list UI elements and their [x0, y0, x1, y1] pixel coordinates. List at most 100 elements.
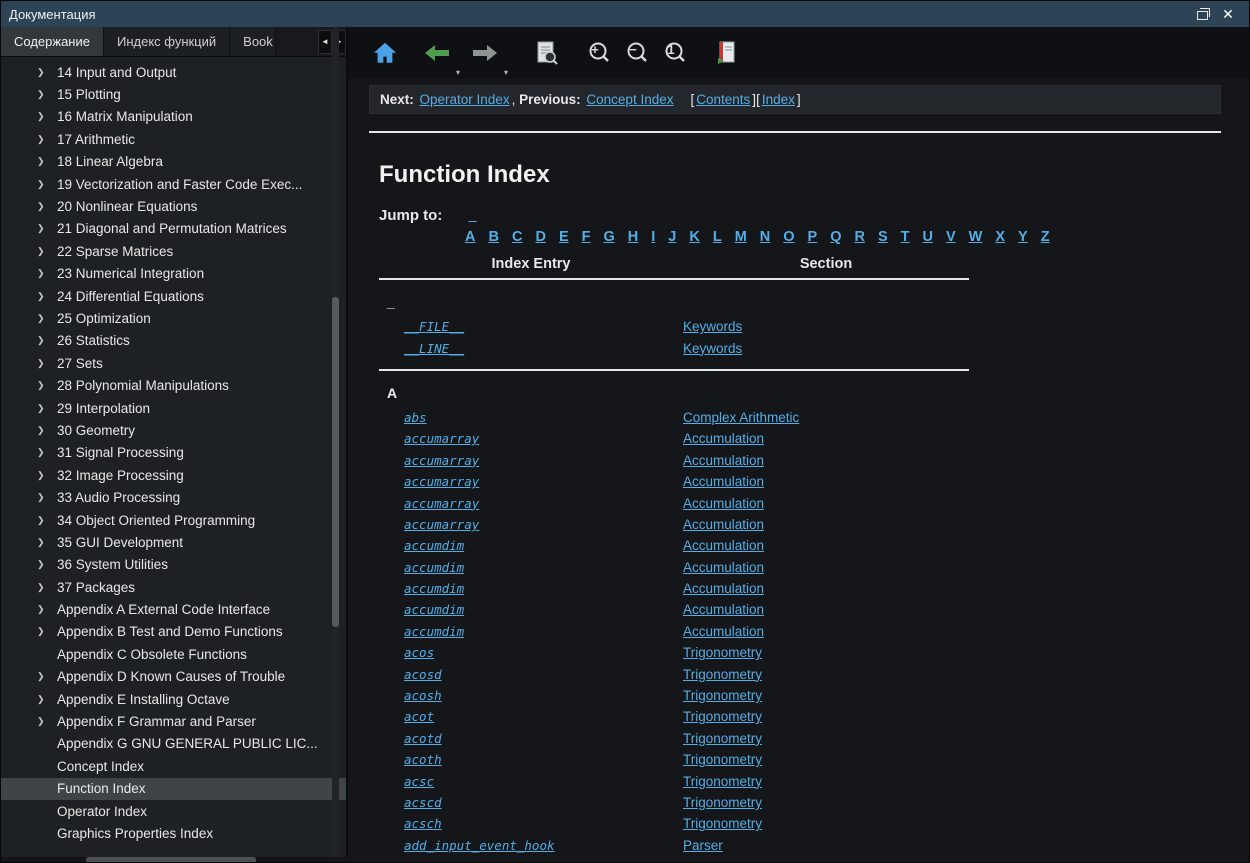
- section-link[interactable]: Trigonometry: [683, 709, 969, 724]
- sidebar-item[interactable]: ❯24 Differential Equations: [1, 285, 346, 307]
- function-entry-link[interactable]: accumarray: [404, 517, 683, 532]
- tab-индекс-функций[interactable]: Индекс функций: [104, 27, 230, 56]
- tab-scroll-left-button[interactable]: ◄: [318, 30, 332, 54]
- sidebar-hscrollbar-thumb[interactable]: [86, 857, 256, 863]
- jump-letter-link[interactable]: S: [878, 229, 888, 245]
- sidebar-item[interactable]: ❯28 Polynomial Manipulations: [1, 374, 346, 396]
- section-link[interactable]: Trigonometry: [683, 688, 969, 703]
- jump-letter-link[interactable]: Y: [1018, 229, 1028, 245]
- expand-chevron-icon[interactable]: ❯: [37, 89, 57, 100]
- section-link[interactable]: Trigonometry: [683, 752, 969, 767]
- restore-button[interactable]: [1189, 4, 1215, 24]
- expand-chevron-icon[interactable]: ❯: [37, 313, 57, 324]
- jump-letter-link[interactable]: W: [969, 229, 983, 245]
- section-link[interactable]: Accumulation: [683, 624, 969, 639]
- function-entry-link[interactable]: accumarray: [404, 453, 683, 468]
- find-button[interactable]: [532, 38, 562, 68]
- section-link[interactable]: Trigonometry: [683, 774, 969, 789]
- jump-letter-link[interactable]: C: [512, 229, 522, 245]
- sidebar-item[interactable]: ❯16 Matrix Manipulation: [1, 106, 346, 128]
- jump-letter-link[interactable]: V: [946, 229, 956, 245]
- function-entry-link[interactable]: acos: [404, 645, 683, 660]
- section-link[interactable]: Accumulation: [683, 517, 969, 532]
- sidebar-item[interactable]: ❯30 Geometry: [1, 419, 346, 441]
- expand-chevron-icon[interactable]: ❯: [37, 626, 57, 637]
- expand-chevron-icon[interactable]: ❯: [37, 537, 57, 548]
- sidebar-item[interactable]: ❯35 GUI Development: [1, 531, 346, 553]
- jump-letter-link[interactable]: Z: [1041, 229, 1050, 245]
- sidebar-item[interactable]: Operator Index: [1, 800, 346, 822]
- expand-chevron-icon[interactable]: ❯: [37, 291, 57, 302]
- function-entry-link[interactable]: accumarray: [404, 496, 683, 511]
- function-entry-link[interactable]: accumdim: [404, 560, 683, 575]
- expand-chevron-icon[interactable]: ❯: [37, 582, 57, 593]
- jump-letter-link[interactable]: M: [735, 229, 747, 245]
- function-entry-link[interactable]: __FILE__: [404, 319, 683, 334]
- home-button[interactable]: [370, 38, 400, 68]
- jump-letter-link[interactable]: T: [901, 229, 910, 245]
- back-button[interactable]: [422, 38, 452, 68]
- sidebar-item[interactable]: ❯14 Input and Output: [1, 61, 346, 83]
- section-link[interactable]: Trigonometry: [683, 667, 969, 682]
- sidebar-item[interactable]: Appendix G GNU GENERAL PUBLIC LIC...: [1, 733, 346, 755]
- zoom-original-button[interactable]: 1: [660, 38, 690, 68]
- sidebar-item[interactable]: ❯17 Arithmetic: [1, 128, 346, 150]
- sidebar-item[interactable]: ❯37 Packages: [1, 576, 346, 598]
- sidebar-item[interactable]: ❯29 Interpolation: [1, 397, 346, 419]
- expand-chevron-icon[interactable]: ❯: [37, 223, 57, 234]
- sidebar-item[interactable]: ❯36 System Utilities: [1, 554, 346, 576]
- sidebar-item[interactable]: Concept Index: [1, 755, 346, 777]
- previous-page-link[interactable]: Concept Index: [586, 92, 673, 107]
- section-link[interactable]: Accumulation: [683, 581, 969, 596]
- section-link[interactable]: Trigonometry: [683, 645, 969, 660]
- sidebar-item[interactable]: ❯Appendix F Grammar and Parser: [1, 710, 346, 732]
- expand-chevron-icon[interactable]: ❯: [37, 447, 57, 458]
- expand-chevron-icon[interactable]: ❯: [37, 67, 57, 78]
- sidebar-item[interactable]: ❯34 Object Oriented Programming: [1, 509, 346, 531]
- function-entry-link[interactable]: add_input_event_hook: [404, 838, 683, 853]
- jump-letter-link[interactable]: G: [603, 229, 614, 245]
- next-page-link[interactable]: Operator Index: [420, 92, 510, 107]
- jump-letter-link[interactable]: D: [535, 229, 545, 245]
- jump-letter-link[interactable]: R: [855, 229, 865, 245]
- section-link[interactable]: Keywords: [683, 341, 969, 356]
- sidebar-item[interactable]: ❯33 Audio Processing: [1, 486, 346, 508]
- sidebar-item[interactable]: ❯23 Numerical Integration: [1, 263, 346, 285]
- jump-letter-link[interactable]: P: [808, 229, 818, 245]
- function-entry-link[interactable]: acoth: [404, 752, 683, 767]
- forward-button[interactable]: [470, 38, 500, 68]
- zoom-in-button[interactable]: +: [584, 38, 614, 68]
- expand-chevron-icon[interactable]: ❯: [37, 246, 57, 257]
- section-link[interactable]: Trigonometry: [683, 795, 969, 810]
- back-history-dropdown[interactable]: ▾: [456, 68, 460, 77]
- sidebar-item[interactable]: ❯27 Sets: [1, 352, 346, 374]
- function-entry-link[interactable]: accumdim: [404, 538, 683, 553]
- sidebar-item[interactable]: ❯26 Statistics: [1, 330, 346, 352]
- sidebar-item[interactable]: ❯Appendix B Test and Demo Functions: [1, 621, 346, 643]
- expand-chevron-icon[interactable]: ❯: [37, 671, 57, 682]
- function-entry-link[interactable]: acsch: [404, 816, 683, 831]
- bookmark-button[interactable]: [712, 38, 742, 68]
- jump-letter-underscore-link[interactable]: _: [469, 208, 477, 224]
- sidebar-item[interactable]: ❯15 Plotting: [1, 83, 346, 105]
- section-link[interactable]: Parser: [683, 838, 969, 853]
- expand-chevron-icon[interactable]: ❯: [37, 716, 57, 727]
- expand-chevron-icon[interactable]: ❯: [37, 201, 57, 212]
- expand-chevron-icon[interactable]: ❯: [37, 335, 57, 346]
- expand-chevron-icon[interactable]: ❯: [37, 492, 57, 503]
- expand-chevron-icon[interactable]: ❯: [37, 134, 57, 145]
- zoom-out-button[interactable]: −: [622, 38, 652, 68]
- jump-letter-link[interactable]: L: [713, 229, 722, 245]
- section-link[interactable]: Accumulation: [683, 496, 969, 511]
- section-link[interactable]: Trigonometry: [683, 816, 969, 831]
- expand-chevron-icon[interactable]: ❯: [37, 604, 57, 615]
- section-link[interactable]: Complex Arithmetic: [683, 410, 969, 425]
- section-link[interactable]: Accumulation: [683, 431, 969, 446]
- function-entry-link[interactable]: accumdim: [404, 624, 683, 639]
- sidebar-item[interactable]: ❯20 Nonlinear Equations: [1, 195, 346, 217]
- sidebar-item[interactable]: ❯31 Signal Processing: [1, 442, 346, 464]
- sidebar-item[interactable]: Function Index: [1, 778, 346, 800]
- close-button[interactable]: ✕: [1215, 4, 1241, 24]
- sidebar-item[interactable]: ❯19 Vectorization and Faster Code Exec..…: [1, 173, 346, 195]
- section-link[interactable]: Keywords: [683, 319, 969, 334]
